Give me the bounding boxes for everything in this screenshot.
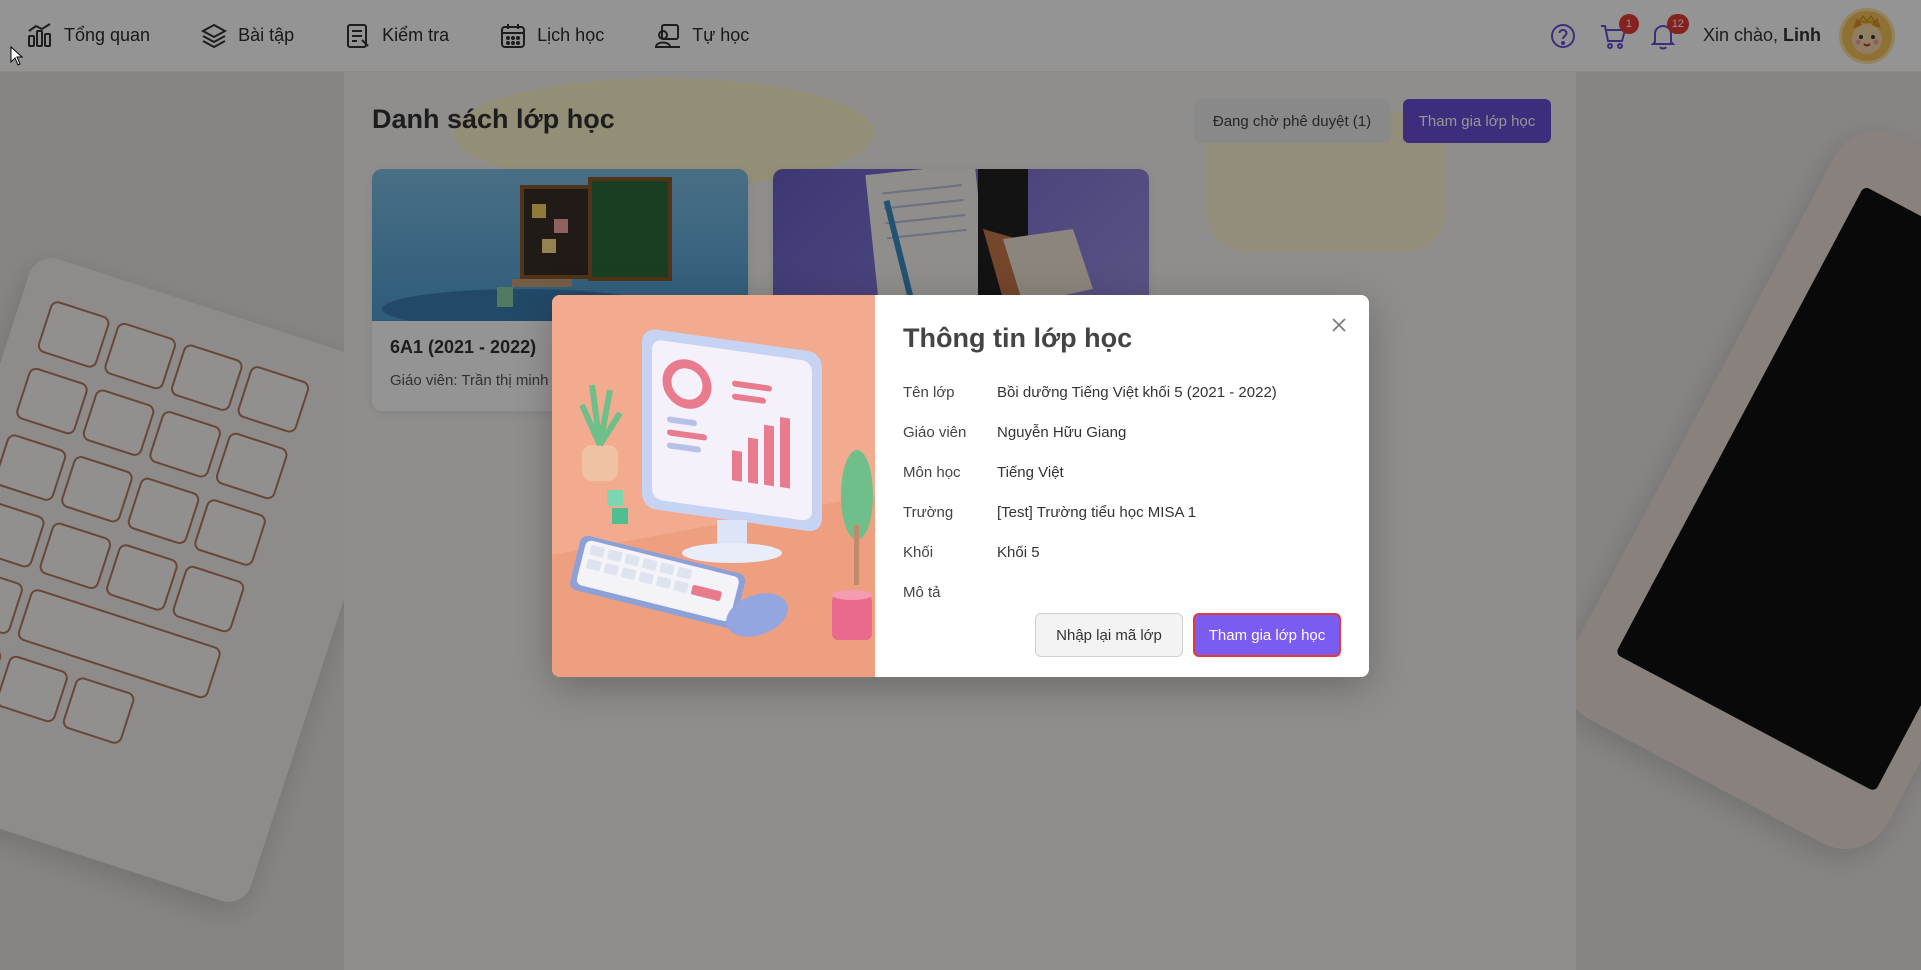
- close-button[interactable]: [1327, 313, 1351, 337]
- modal-actions: Nhập lại mã lớp Tham gia lớp học: [1035, 613, 1341, 657]
- info-label: Khối: [903, 543, 934, 561]
- info-value: Nguyễn Hữu Giang: [997, 423, 1127, 441]
- modal-title: Thông tin lớp học: [903, 323, 1133, 353]
- modal-illustration: [552, 295, 875, 677]
- info-row-class-name: Tên lớp Bồi dưỡng Tiếng Việt khối 5 (202…: [903, 372, 1341, 412]
- info-row-subject: Môn học Tiếng Việt: [903, 452, 1341, 492]
- modal-body: Thông tin lớp học Tên lớp Bồi dưỡng Tiến…: [875, 295, 1369, 677]
- class-info-modal: Thông tin lớp học Tên lớp Bồi dưỡng Tiến…: [552, 295, 1369, 677]
- info-label: Trường: [903, 503, 954, 521]
- info-row-teacher: Giáo viên Nguyễn Hữu Giang: [903, 412, 1341, 452]
- confirm-join-button[interactable]: Tham gia lớp học: [1193, 613, 1341, 657]
- info-label: Giáo viên: [903, 423, 967, 441]
- info-row-school: Trường [Test] Trường tiểu học MISA 1: [903, 492, 1341, 532]
- info-label: Tên lớp: [903, 383, 955, 401]
- close-icon: [1332, 318, 1346, 332]
- info-value: Tiếng Việt: [997, 463, 1064, 481]
- info-label: Môn học: [903, 463, 961, 481]
- info-row-description: Mô tả: [903, 572, 1341, 612]
- mouse-cursor-icon: [10, 46, 24, 66]
- info-row-grade: Khối Khối 5: [903, 532, 1341, 572]
- info-value: Khối 5: [997, 543, 1040, 561]
- info-value: [Test] Trường tiểu học MISA 1: [997, 503, 1197, 521]
- reenter-code-button[interactable]: Nhập lại mã lớp: [1035, 613, 1183, 657]
- info-label: Mô tả: [903, 583, 941, 601]
- info-value: Bồi dưỡng Tiếng Việt khối 5 (2021 - 2022…: [997, 383, 1277, 401]
